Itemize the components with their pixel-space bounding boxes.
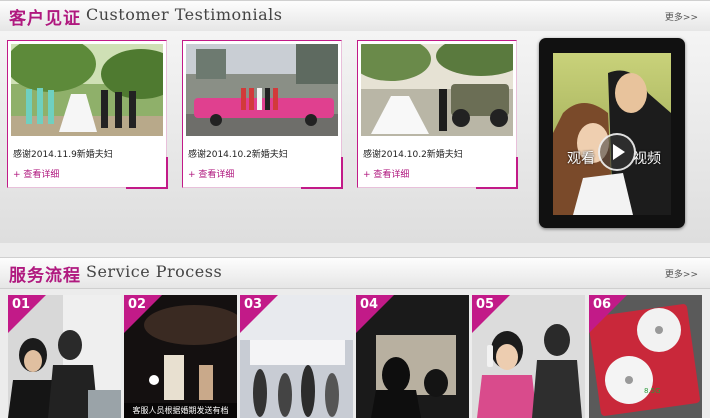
- service-title-en: Service Process: [86, 262, 223, 281]
- step-number: 03: [244, 297, 263, 312]
- step-number: 06: [593, 297, 612, 312]
- service-step[interactable]: 03: [240, 295, 353, 418]
- testimonial-caption: 感谢2014.10.2新婚夫妇: [363, 150, 463, 160]
- testimonial-card[interactable]: 感谢2014.10.2新婚夫妇 + 查看详细: [357, 40, 518, 189]
- video-label-left: 观看: [567, 151, 595, 167]
- service-step[interactable]: 01: [8, 295, 121, 418]
- view-details-link[interactable]: + 查看详细: [363, 167, 409, 180]
- service-step[interactable]: 04: [356, 295, 469, 418]
- video-tablet[interactable]: 观看 视频: [539, 38, 685, 228]
- service-step[interactable]: 05: [472, 295, 585, 418]
- step-number: 02: [128, 297, 147, 312]
- service-more-link[interactable]: 更多>>: [665, 267, 698, 280]
- video-screen[interactable]: 观看 视频: [553, 53, 671, 215]
- testimonials-more-link[interactable]: 更多>>: [665, 10, 698, 23]
- step-number: 05: [476, 297, 495, 312]
- step-number: 04: [360, 297, 379, 312]
- testimonials-title-en: Customer Testimonials: [86, 5, 283, 24]
- video-label-right: 视频: [633, 151, 661, 167]
- testimonials-header: 客户见证 Customer Testimonials 更多>>: [0, 0, 710, 32]
- service-header: 服务流程 Service Process 更多>>: [0, 257, 710, 289]
- testimonial-photo[interactable]: [186, 44, 338, 136]
- testimonial-card[interactable]: 感谢2014.11.9新婚夫妇 + 查看详细: [7, 40, 168, 189]
- testimonial-caption: 感谢2014.11.9新婚夫妇: [13, 150, 113, 160]
- play-icon[interactable]: [598, 133, 636, 171]
- step-number: 01: [12, 297, 31, 312]
- testimonial-card[interactable]: 感谢2014.10.2新婚夫妇 + 查看详细: [182, 40, 343, 189]
- svg-text:8.5G: 8.5G: [644, 387, 661, 395]
- view-details-link[interactable]: + 查看详细: [188, 167, 234, 180]
- step-caption: 客服人员根据婚期发送有档: [124, 403, 237, 418]
- testimonials-title-zh: 客户见证: [9, 9, 81, 29]
- view-details-link[interactable]: + 查看详细: [13, 167, 59, 180]
- testimonial-photo[interactable]: [11, 44, 163, 136]
- testimonial-caption: 感谢2014.10.2新婚夫妇: [188, 150, 288, 160]
- testimonial-photo[interactable]: [361, 44, 513, 136]
- service-title-zh: 服务流程: [9, 266, 81, 286]
- service-step[interactable]: 8.5G 06: [589, 295, 702, 418]
- service-step[interactable]: 02 客服人员根据婚期发送有档: [124, 295, 237, 418]
